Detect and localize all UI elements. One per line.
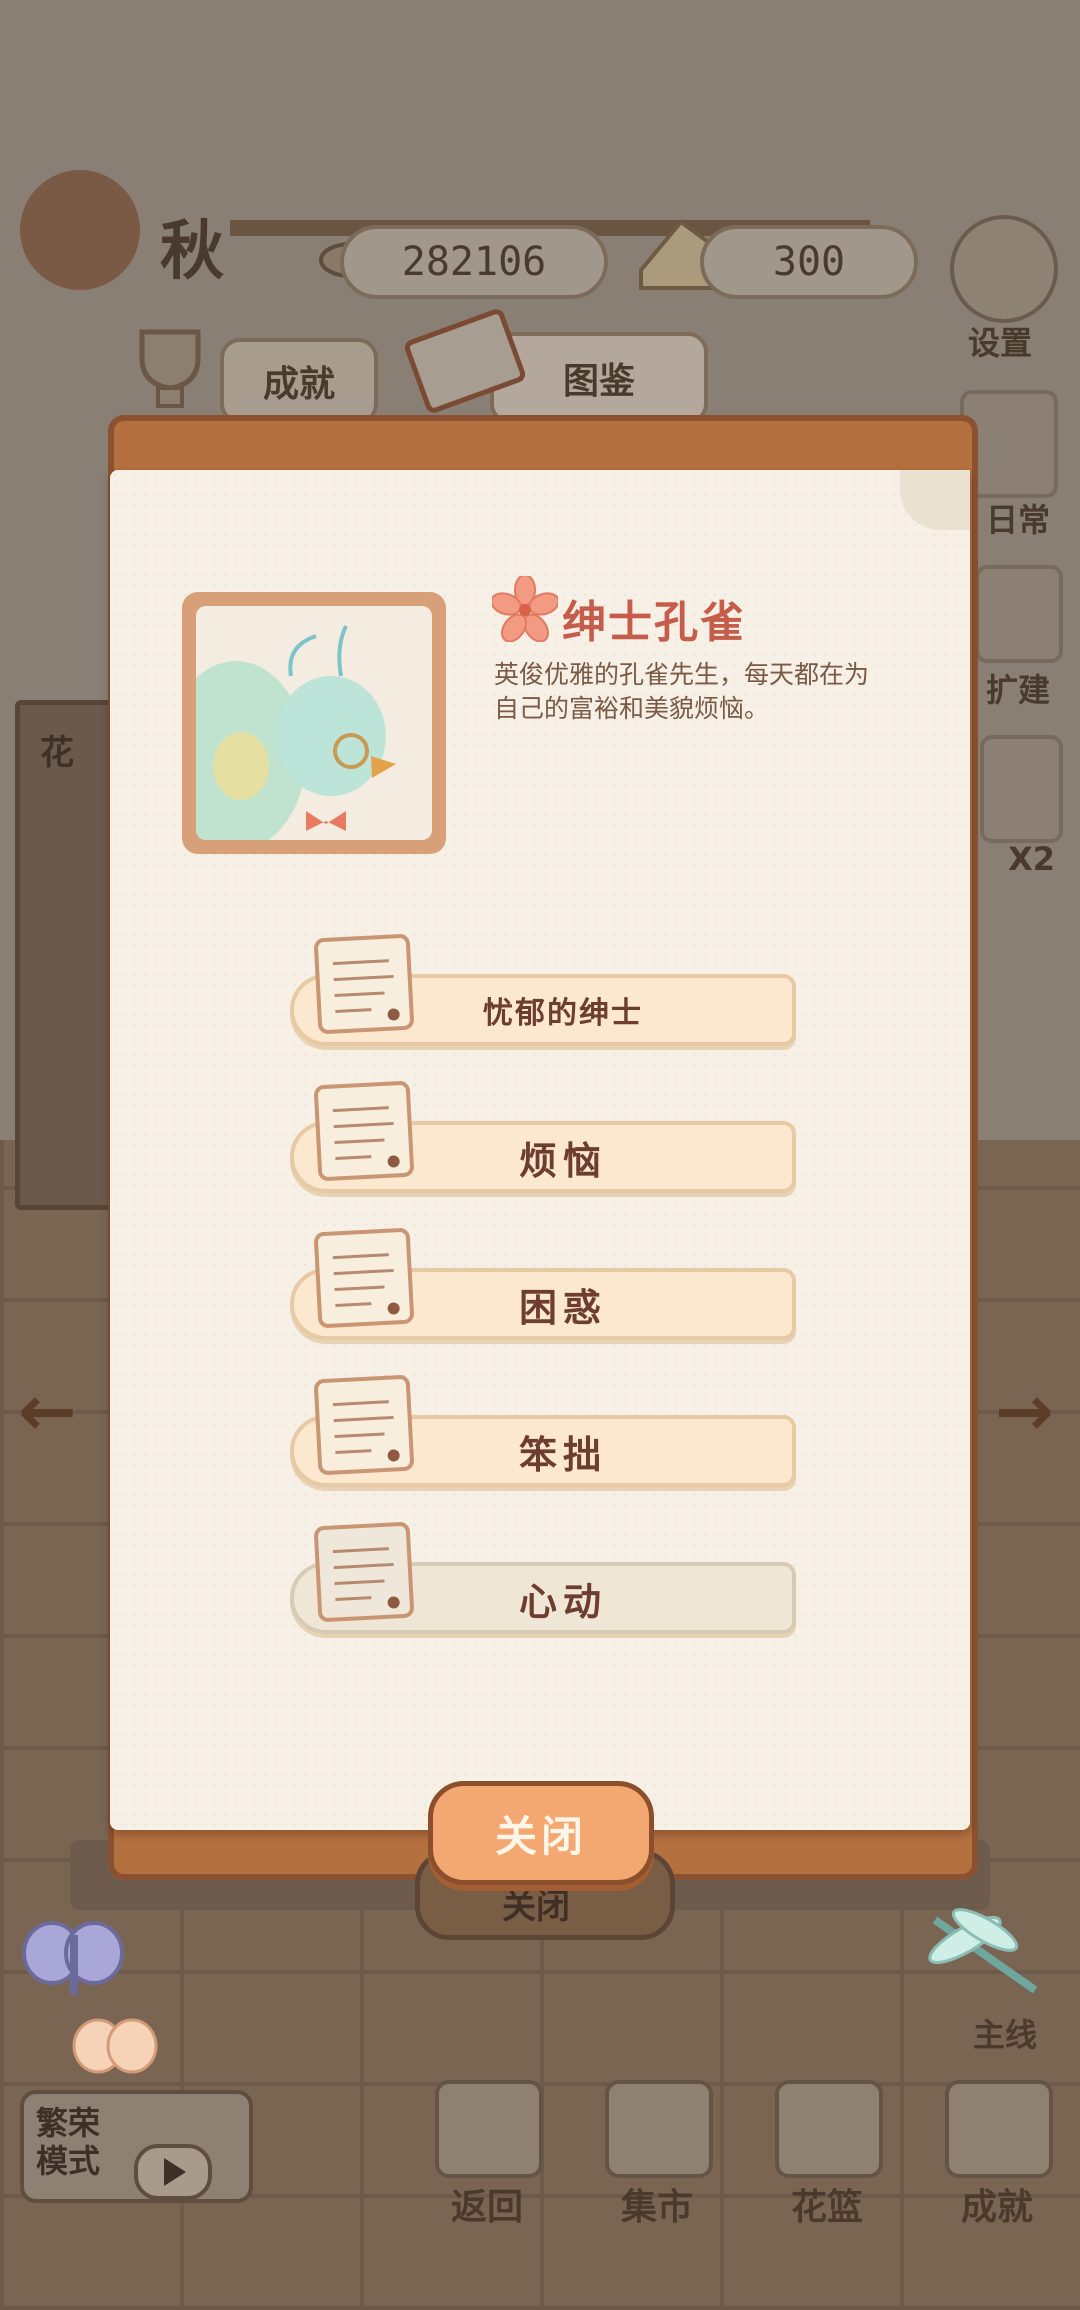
- note-icon: [313, 1521, 415, 1623]
- story-label: 心动: [518, 1579, 607, 1624]
- dragonfly-icon: [915, 1900, 1055, 2010]
- nav-achievements[interactable]: 成就: [945, 2080, 1055, 2230]
- tab-achievements[interactable]: 成就: [220, 338, 378, 424]
- flower-icon: [490, 574, 560, 643]
- flower-basket-icon: [775, 2080, 883, 2178]
- character-description: 英俊优雅的孔雀先生，每天都在为自己的富裕和美貌烦恼。: [494, 660, 870, 723]
- build-icon[interactable]: [975, 565, 1063, 663]
- peacock-icon: [196, 625, 396, 840]
- trophy-icon: [120, 318, 220, 418]
- next-arrow-icon[interactable]: →: [995, 1370, 1054, 1452]
- trophy-icon: [945, 2080, 1053, 2178]
- note-icon: [313, 1374, 415, 1476]
- double-label[interactable]: X2: [975, 840, 1055, 878]
- close-shadow-label: 关闭: [502, 1887, 570, 1927]
- character-name: 绅士孔雀: [562, 597, 746, 648]
- season-badge: 秋: [20, 160, 230, 300]
- story-label: 笨拙: [518, 1432, 607, 1477]
- season-label: 秋: [160, 215, 224, 289]
- nav-market[interactable]: 集市: [605, 2080, 715, 2230]
- gear-icon[interactable]: [950, 215, 1058, 323]
- double-reward-icon[interactable]: [980, 735, 1063, 843]
- nav-flower-basket[interactable]: 花篮: [775, 2080, 885, 2230]
- play-icon: [134, 2144, 212, 2200]
- nav-label: 花篮: [790, 2187, 863, 2228]
- cheese-counter: 300: [700, 225, 918, 299]
- story-label: 忧郁的绅士: [483, 996, 643, 1031]
- butterfly-icon: [20, 1915, 130, 2015]
- build-label[interactable]: 扩建: [970, 665, 1050, 711]
- nav-label: 返回: [450, 2187, 523, 2228]
- tree-icon: [20, 170, 140, 290]
- cabinet-label: 花: [40, 733, 74, 773]
- note-icon: [313, 1227, 415, 1329]
- note-icon: [313, 1080, 415, 1182]
- story-label: 困惑: [518, 1285, 607, 1330]
- story-label: 烦恼: [518, 1138, 607, 1183]
- prosperity-mode-button[interactable]: 繁荣模式: [20, 2090, 253, 2203]
- book-icon: [404, 305, 526, 415]
- butterfly-small-icon: [70, 2010, 160, 2090]
- window-icon: [435, 2080, 543, 2178]
- settings-label[interactable]: 设置: [945, 318, 1055, 364]
- nav-label: 成就: [960, 2187, 1033, 2228]
- market-stall-icon: [605, 2080, 713, 2178]
- peacock-portrait: [196, 606, 432, 840]
- nav-label: 集市: [620, 2187, 693, 2228]
- close-button[interactable]: 关闭: [428, 1781, 654, 1885]
- mode-label: 繁荣模式: [36, 2104, 101, 2180]
- prev-arrow-icon[interactable]: ←: [18, 1370, 77, 1452]
- fish-counter: 282106: [340, 225, 608, 299]
- mainline-label[interactable]: 主线: [955, 2010, 1055, 2056]
- nav-back[interactable]: 返回: [435, 2080, 545, 2230]
- note-icon: [313, 933, 415, 1035]
